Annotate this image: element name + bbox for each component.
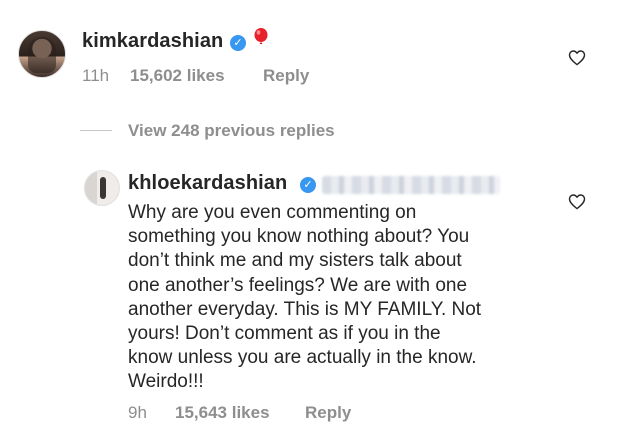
avatar[interactable] <box>18 30 66 78</box>
verified-badge-icon: ✓ <box>230 35 246 51</box>
likes-count[interactable]: 15,643 likes <box>175 403 270 422</box>
blurred-mention <box>322 176 500 194</box>
comment-username[interactable]: khloekardashian <box>128 172 287 195</box>
avatar[interactable] <box>84 170 120 206</box>
verified-badge-icon: ✓ <box>300 177 316 193</box>
comment-text: Why are you even commenting on something… <box>128 202 482 393</box>
divider <box>80 130 112 131</box>
heart-icon[interactable] <box>568 193 586 210</box>
comment-time: 9h <box>128 403 147 422</box>
comment-username[interactable]: kimkardashian <box>82 30 223 53</box>
reply-button[interactable]: Reply <box>305 403 351 422</box>
view-previous-replies-button[interactable]: View 248 previous replies <box>128 121 335 141</box>
likes-count[interactable]: 15,602 likes <box>130 66 225 85</box>
reply-button[interactable]: Reply <box>263 66 309 85</box>
comment-time: 11h <box>82 66 110 85</box>
heart-icon[interactable] <box>568 49 586 66</box>
red-balloon-emoji-icon <box>254 28 268 44</box>
